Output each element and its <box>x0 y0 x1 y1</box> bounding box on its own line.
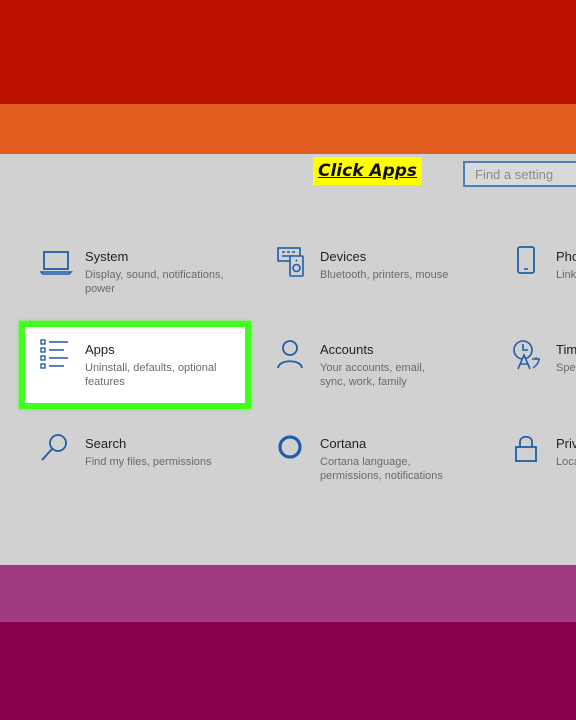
time-language-icon <box>513 340 540 370</box>
tile-title: Devices <box>320 249 367 264</box>
settings-tile-search[interactable]: Search Find my files, permissions <box>40 433 270 513</box>
tile-title: Accounts <box>320 342 374 357</box>
tile-title: Search <box>85 436 127 451</box>
tile-title: Apps <box>85 342 115 357</box>
settings-tile-apps[interactable]: Apps Uninstall, defaults, optional featu… <box>40 339 270 419</box>
background-band-magenta <box>0 622 576 720</box>
search-icon <box>41 434 67 461</box>
settings-tile-devices[interactable]: Devices Bluetooth, printers, mouse <box>276 246 506 326</box>
cortana-icon <box>278 435 302 459</box>
settings-tile-privacy[interactable]: Priv Loca <box>512 433 576 513</box>
tile-description: Uninstall, defaults, optional features <box>85 362 217 388</box>
lock-icon <box>515 435 537 462</box>
background-band-red <box>0 0 576 104</box>
search-placeholder: Find a setting <box>475 167 554 182</box>
laptop-icon <box>40 251 73 275</box>
tile-description: Link <box>556 269 576 281</box>
apps-list-icon <box>40 339 68 369</box>
instruction-caption: Click Apps <box>313 157 423 185</box>
settings-window: Click Apps Find a setting System Display… <box>0 154 576 565</box>
tile-title: Cortana <box>320 436 367 451</box>
tile-description: Spe <box>556 362 576 374</box>
keyboard-speaker-icon <box>277 247 304 277</box>
tile-description: Cortana language, permissions, notificat… <box>320 456 443 482</box>
tile-description: Find my files, permissions <box>85 456 212 468</box>
tile-title: Tim <box>556 342 576 357</box>
settings-tile-phone[interactable]: Pho Link <box>512 246 576 326</box>
tile-description: Your accounts, email, sync, work, family <box>320 362 425 388</box>
settings-tile-system[interactable]: System Display, sound, notifications, po… <box>40 246 270 326</box>
person-icon <box>277 340 303 369</box>
settings-tile-cortana[interactable]: Cortana Cortana language, permissions, n… <box>276 433 506 513</box>
tile-title: Priv <box>556 436 576 451</box>
background-band-pink <box>0 565 576 622</box>
tile-description: Bluetooth, printers, mouse <box>320 269 449 281</box>
phone-icon <box>517 246 535 274</box>
tile-title: System <box>85 249 129 264</box>
tile-description: Loca <box>556 456 576 468</box>
background-band-orange <box>0 104 576 154</box>
find-setting-search-box[interactable]: Find a setting <box>463 161 576 187</box>
tile-title: Pho <box>556 249 576 264</box>
settings-tile-accounts[interactable]: Accounts Your accounts, email, sync, wor… <box>276 339 506 419</box>
settings-tile-time-language[interactable]: Tim Spe <box>512 339 576 419</box>
tile-description: Display, sound, notifications, power <box>85 269 224 295</box>
